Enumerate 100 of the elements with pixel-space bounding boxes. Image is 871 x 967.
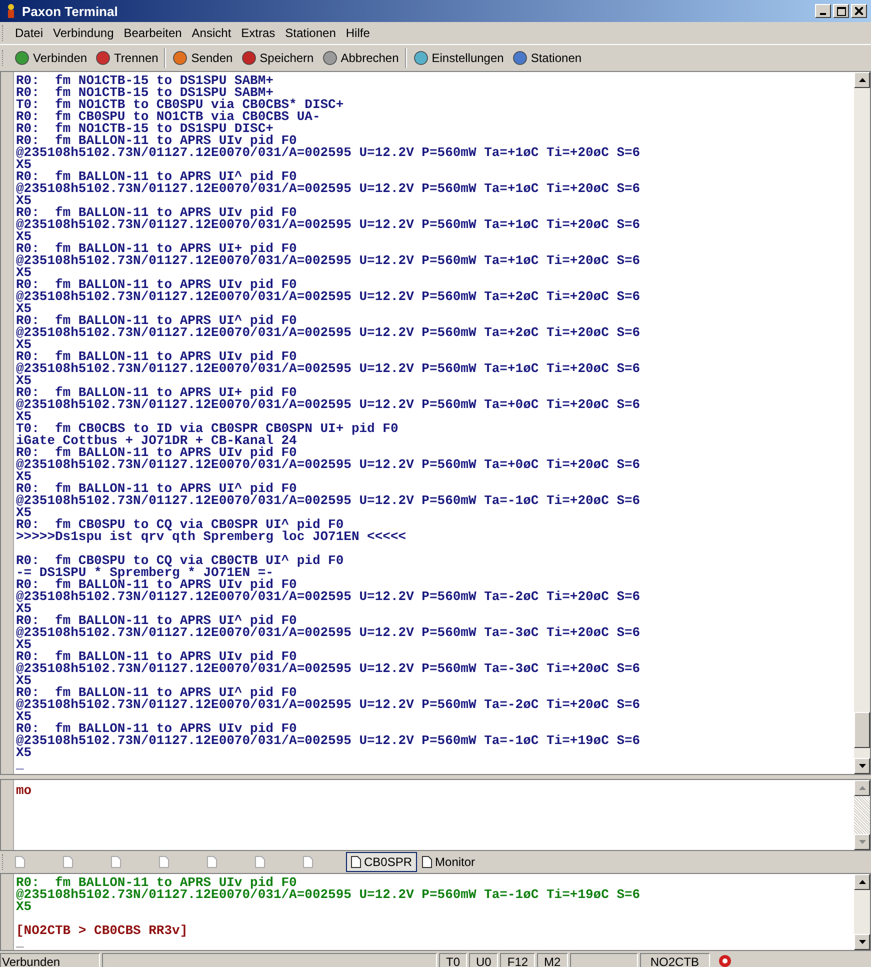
monitor-line: @235108h5102.73N/01127.12E0070/031/A=002595 U=12.2V P=560mW Ta=+1øC Ti=+20øC S=6 <box>16 361 640 376</box>
monitor-line: R0: fm BALLON-11 to APRS UIv pid F0 <box>16 277 297 292</box>
channel-tab[interactable]: CB0SPR <box>346 852 418 872</box>
session-line: X5 <box>16 899 32 914</box>
toolbar-button[interactable]: Abbrechen <box>318 48 403 68</box>
status-field: T0 <box>439 953 468 967</box>
monitor-line: X5 <box>16 709 32 724</box>
toolbar-button[interactable]: Verbinden <box>10 48 92 68</box>
toolbar-button[interactable]: Senden <box>168 48 237 68</box>
up-arrow-icon <box>858 78 866 82</box>
monitor-line: R0: fm BALLON-11 to APRS UIv pid F0 <box>16 133 297 148</box>
disconnect-icon <box>95 50 112 66</box>
cancel-icon <box>322 50 338 66</box>
monitor-line: X5 <box>16 505 32 520</box>
send-icon <box>172 50 188 66</box>
monitor-line: T0: fm NO1CTB to CB0SPU via CB0CBS* DISC+ <box>16 97 344 112</box>
status-field: U0 <box>469 953 498 967</box>
monitor-line: X5 <box>16 373 32 388</box>
monitor-line: _ <box>16 757 24 772</box>
monitor-line: @235108h5102.73N/01127.12E0070/031/A=002595 U=12.2V P=560mW Ta=+0øC Ti=+20øC S=6 <box>16 397 640 412</box>
monitor-line: -= DS1SPU * Spremberg * JO71EN =- <box>16 565 274 580</box>
minimize-button[interactable] <box>815 4 831 18</box>
status-field: NO2CTB <box>640 953 710 967</box>
status-field <box>570 953 638 967</box>
document-icon <box>159 856 169 868</box>
menu-item[interactable]: Verbindung <box>48 26 119 40</box>
close-button[interactable] <box>851 4 867 18</box>
maximize-button[interactable] <box>833 4 849 18</box>
status-field: Verbunden <box>0 953 100 967</box>
monitor-line: R0: fm BALLON-11 to APRS UIv pid F0 <box>16 205 297 220</box>
monitor-line: X5 <box>16 601 32 616</box>
monitor-line: R0: fm CB0SPU to NO1CTB via CB0CBS UA- <box>16 109 320 124</box>
monitor-line: X5 <box>16 745 32 760</box>
monitor-line: R0: fm NO1CTB-15 to DS1SPU SABM+ <box>16 85 274 100</box>
monitor-line: X5 <box>16 229 32 244</box>
toolbar-button[interactable]: Trennen <box>91 48 162 68</box>
document-icon <box>351 856 361 868</box>
scroll-thumb[interactable] <box>854 712 870 748</box>
window-title: Paxon Terminal <box>22 4 118 18</box>
monitor-line: @235108h5102.73N/01127.12E0070/031/A=002595 U=12.2V P=560mW Ta=-2øC Ti=+20øC S=6 <box>16 589 640 604</box>
menu-item[interactable]: Hilfe <box>340 26 375 40</box>
status-icon <box>718 954 732 967</box>
monitor-line: R0: fm BALLON-11 to APRS UIv pid F0 <box>16 649 297 664</box>
toolbar-button[interactable]: Einstellungen <box>408 48 508 68</box>
toolbar-button[interactable]: Stationen <box>508 48 586 68</box>
monitor-line: R0: fm CB0SPU to CQ via CB0CTB UI^ pid F0 <box>16 553 344 568</box>
monitor-line: R0: fm BALLON-11 to APRS UI^ pid F0 <box>16 313 297 328</box>
menu-item[interactable]: Bearbeiten <box>118 26 187 40</box>
menu-item[interactable]: Stationen <box>280 26 341 40</box>
session-line: [NO2CTB > CB0CBS RR3v] <box>16 923 188 938</box>
down-arrow-icon <box>858 764 866 768</box>
save-icon <box>240 50 257 66</box>
document-icon <box>15 856 25 868</box>
toolbar-button[interactable]: Speichern <box>236 48 318 68</box>
monitor-line: T0: fm CB0CBS to ID via CB0SPR CB0SPN UI+ pid F0 <box>16 421 398 436</box>
status-field: F12 <box>500 953 536 967</box>
document-icon <box>63 856 73 868</box>
channel-tab[interactable]: Monitor <box>417 852 480 872</box>
connect-icon <box>14 50 30 66</box>
menu-item[interactable]: Extras <box>236 26 280 40</box>
monitor-line: R0: fm BALLON-11 to APRS UI^ pid F0 <box>16 613 297 628</box>
menu-item[interactable]: Datei <box>10 26 48 40</box>
down-arrow-icon <box>858 940 866 944</box>
menu-item[interactable]: Ansicht <box>186 26 236 40</box>
monitor-line: R0: fm CB0SPU to CQ via CB0SPR UI^ pid F0 <box>16 517 344 532</box>
scrollbar[interactable] <box>854 874 870 950</box>
scrollbar[interactable] <box>854 72 870 774</box>
document-icon <box>422 856 432 868</box>
monitor-line: X5 <box>16 673 32 688</box>
status-field: M2 <box>537 953 568 967</box>
document-icon <box>303 856 313 868</box>
monitor-line: @235108h5102.73N/01127.12E0070/031/A=002595 U=12.2V P=560mW Ta=+0øC Ti=+20øC S=6 <box>16 457 640 472</box>
monitor-line: R0: fm BALLON-11 to APRS UIv pid F0 <box>16 721 297 736</box>
monitor-line: iGate Cottbus + JO71DR + CB-Kanal 24 <box>16 433 297 448</box>
monitor-line: R0: fm BALLON-11 to APRS UI^ pid F0 <box>16 481 297 496</box>
monitor-line: R0: fm BALLON-11 to APRS UI+ pid F0 <box>16 385 297 400</box>
monitor-line: @235108h5102.73N/01127.12E0070/031/A=002595 U=12.2V P=560mW Ta=+1øC Ti=+20øC S=6 <box>16 253 640 268</box>
scroll-down-button[interactable] <box>854 934 870 950</box>
monitor-line: X5 <box>16 157 32 172</box>
session-line: R0: fm BALLON-11 to APRS UIv pid F0 <box>16 875 297 890</box>
document-icon <box>255 856 265 868</box>
up-arrow-icon <box>858 880 866 884</box>
monitor-line: @235108h5102.73N/01127.12E0070/031/A=002595 U=12.2V P=560mW Ta=+1øC Ti=+20øC S=6 <box>16 145 640 160</box>
monitor-line: X5 <box>16 409 32 424</box>
monitor-line: >>>>>Ds1spu ist qrv qth Spremberg loc JO71EN <<<<< <box>16 529 406 544</box>
scroll-down-button[interactable] <box>854 758 870 774</box>
document-icon <box>111 856 121 868</box>
monitor-line: R0: fm BALLON-11 to APRS UI^ pid F0 <box>16 685 297 700</box>
scroll-up-button[interactable] <box>854 72 870 88</box>
scroll-up-button[interactable] <box>854 874 870 890</box>
monitor-line: R0: fm BALLON-11 to APRS UI+ pid F0 <box>16 241 297 256</box>
settings-icon <box>412 50 429 66</box>
monitor-line: X5 <box>16 301 32 316</box>
monitor-line: @235108h5102.73N/01127.12E0070/031/A=002595 U=12.2V P=560mW Ta=-2øC Ti=+20øC S=6 <box>16 697 640 712</box>
monitor-line: @235108h5102.73N/01127.12E0070/031/A=002595 U=12.2V P=560mW Ta=-3øC Ti=+20øC S=6 <box>16 625 640 640</box>
monitor-line: R0: fm BALLON-11 to APRS UIv pid F0 <box>16 349 297 364</box>
monitor-line: X5 <box>16 469 32 484</box>
session-line: @235108h5102.73N/01127.12E0070/031/A=002595 U=12.2V P=560mW Ta=-1øC Ti=+19øC S=6 <box>16 887 640 902</box>
monitor-line: R0: fm BALLON-11 to APRS UIv pid F0 <box>16 445 297 460</box>
maximize-icon <box>836 6 846 16</box>
